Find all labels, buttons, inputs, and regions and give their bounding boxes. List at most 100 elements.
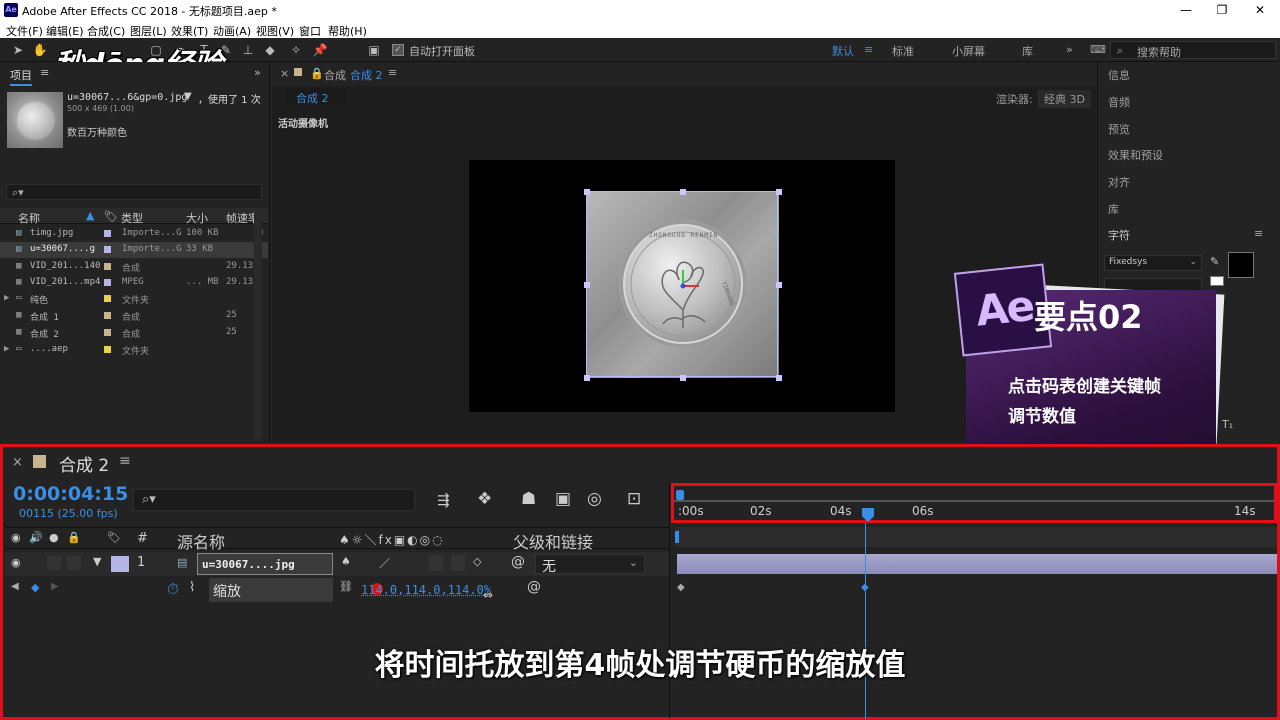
panel-info[interactable]: 信息 <box>1108 67 1130 83</box>
menu-view[interactable]: 视图(V) <box>256 23 294 39</box>
composition-canvas[interactable]: ZHONGGUO RENMIN YINHANG <box>469 160 895 412</box>
motion-blur-icon[interactable]: ◎ <box>587 489 602 509</box>
timeline-search-input[interactable]: ⌕▾ <box>133 489 415 511</box>
panel-library[interactable]: 库 <box>1108 201 1119 217</box>
timeline-comp-name[interactable]: 合成 2 <box>59 451 109 476</box>
keyframe-diamond[interactable]: ◆ <box>677 582 685 593</box>
expression-pickwhip-icon[interactable]: @ <box>527 579 541 595</box>
project-item-row[interactable]: ▦ VID_201...mp4 MPEG ... MB 29.135 <box>0 275 268 291</box>
panel-menu-icon[interactable]: ≡ <box>388 66 397 79</box>
label-swatch[interactable] <box>104 295 111 302</box>
project-item-row[interactable]: ▤ timg.jpg Importe...G 100 KB <box>0 226 268 242</box>
selection-tool-icon[interactable]: ➤ <box>10 42 26 58</box>
layer-row[interactable]: ◉ ▼ 1 ▤ u=30067....jpg ♠ ／ ◇ @ 无 ⌄ <box>5 552 669 576</box>
comp-subtab[interactable]: 合成 2 <box>286 88 346 105</box>
close-icon[interactable]: × <box>280 67 289 80</box>
switches-icons[interactable]: ♠☼＼fx▣◐◎◌ <box>339 531 445 548</box>
panel-menu-icon[interactable]: ≡ <box>119 453 131 469</box>
solo-icon[interactable]: ● <box>49 531 59 544</box>
col-source-name[interactable]: 源名称 <box>177 529 225 553</box>
transform-handle[interactable] <box>584 375 590 381</box>
snapping-icon[interactable]: ▣ <box>366 42 382 58</box>
motion-blur-switch[interactable] <box>451 555 465 571</box>
close-icon[interactable]: ✕ <box>1242 0 1278 20</box>
project-scrollbar[interactable] <box>254 208 262 438</box>
property-name-field[interactable]: 缩放 <box>209 578 333 602</box>
keyboard-icon[interactable]: ⌨ <box>1090 43 1106 56</box>
effects-switch[interactable] <box>429 555 443 571</box>
scale-value[interactable]: 114.0,114.0,114.0% <box>361 583 491 597</box>
panel-menu-icon[interactable]: ≡ <box>1254 227 1263 240</box>
label-swatch[interactable] <box>104 312 111 319</box>
panel-character[interactable]: 字符 <box>1108 227 1130 243</box>
coin-image-layer[interactable]: ZHONGGUO RENMIN YINHANG <box>584 189 782 381</box>
panel-audio[interactable]: 音频 <box>1108 94 1130 110</box>
project-item-row[interactable]: ▦ 合成 2 合成 25 <box>0 325 268 341</box>
label-swatch[interactable] <box>104 279 111 286</box>
help-search-box[interactable]: ⌕ 搜索帮助 <box>1110 41 1276 59</box>
panel-align[interactable]: 对齐 <box>1108 174 1130 190</box>
fill-color-swatch[interactable] <box>1228 252 1254 278</box>
add-keyframe-icon[interactable]: ◆ <box>31 581 39 594</box>
transform-handle[interactable] <box>584 189 590 195</box>
layer-label-swatch[interactable] <box>111 556 129 572</box>
comp-mini-flowchart-icon[interactable]: ⇶ <box>437 491 450 509</box>
current-timecode[interactable]: 0:00:04:15 <box>13 483 128 505</box>
pickwhip-icon[interactable]: @ <box>511 554 525 570</box>
shy-layers-icon[interactable]: ☗ <box>521 489 536 509</box>
viewer-tab-name[interactable]: 合成 2 <box>350 67 383 83</box>
frame-blending-icon[interactable]: ▣ <box>555 489 571 509</box>
3d-layer-switch-icon[interactable]: ◇ <box>473 555 481 568</box>
panel-effects[interactable]: 效果和预设 <box>1108 147 1163 163</box>
panel-preview[interactable]: 预览 <box>1108 121 1130 137</box>
menu-window[interactable]: 窗口 <box>299 23 321 39</box>
project-item-row[interactable]: ▶ ▭ ....aep 文件夹 <box>0 342 268 358</box>
video-switch-icon[interactable]: ◉ <box>11 531 21 544</box>
draft-3d-icon[interactable]: ❖ <box>477 489 492 509</box>
more-workspaces-icon[interactable]: » <box>1066 43 1073 56</box>
layer-name-field[interactable]: u=30067....jpg <box>197 553 333 575</box>
workspace-library[interactable]: 库 <box>1022 43 1033 59</box>
sort-asc-icon[interactable]: ▲ <box>86 209 94 222</box>
project-item-row[interactable]: ▦ VID_201...140 合成 29.135 <box>0 259 268 275</box>
menu-file[interactable]: 文件(F) <box>6 23 43 39</box>
graph-editor-icon[interactable]: ⊡ <box>627 489 641 509</box>
minimize-icon[interactable]: — <box>1168 0 1204 20</box>
subscript-icon[interactable]: T₁ <box>1222 418 1233 431</box>
project-item-row[interactable]: ▤ u=30067....g Importe...G 33 KB <box>0 242 268 258</box>
menu-layer[interactable]: 图层(L) <box>130 23 167 39</box>
label-swatch[interactable] <box>104 329 111 336</box>
panel-menu-icon[interactable]: ≡ <box>40 66 49 79</box>
transform-handle[interactable] <box>776 282 782 288</box>
audio-switch-icon[interactable]: 🔊 <box>29 531 43 544</box>
expand-arrow-icon[interactable]: ▶ <box>4 344 9 354</box>
workspace-menu-icon[interactable]: ≡ <box>864 43 873 56</box>
current-time-indicator-handle[interactable] <box>862 508 874 522</box>
quality-switch-icon[interactable]: ／ <box>379 555 390 571</box>
label-swatch[interactable] <box>104 246 111 253</box>
auto-open-checkbox[interactable]: ✓ <box>392 44 404 56</box>
workspace-small-screen[interactable]: 小屏幕 <box>952 43 985 59</box>
lock-icon[interactable]: 🔒 <box>310 67 324 80</box>
time-ruler[interactable]: :00s 02s 04s 06s 14s <box>671 483 1277 523</box>
col-size[interactable]: 大小 <box>186 210 208 226</box>
workspace-standard[interactable]: 标准 <box>892 43 914 59</box>
constrain-proportions-icon[interactable]: ⛓ <box>339 580 353 593</box>
next-keyframe-icon[interactable]: ▶ <box>51 581 59 592</box>
graph-icon[interactable]: ⌇ <box>189 580 195 595</box>
transform-handle[interactable] <box>584 282 590 288</box>
col-type[interactable]: 类型 <box>121 210 143 226</box>
col-parent-link[interactable]: 父级和链接 <box>513 529 593 553</box>
layer-duration-bar[interactable] <box>677 554 1277 574</box>
work-area-start-handle[interactable] <box>676 490 684 500</box>
label-swatch[interactable] <box>104 263 111 270</box>
project-item-row[interactable]: ▶ ▭ 纯色 文件夹 <box>0 291 268 307</box>
solo-toggle[interactable] <box>47 556 61 570</box>
renderer-value[interactable]: 经典 3D <box>1038 90 1091 108</box>
roto-brush-tool-icon[interactable]: ✧ <box>288 42 304 58</box>
lock-toggle[interactable] <box>67 556 81 570</box>
expand-panels-icon[interactable]: » <box>254 66 261 79</box>
parent-select[interactable]: 无 ⌄ <box>535 554 645 575</box>
transform-handle[interactable] <box>776 375 782 381</box>
workspace-default[interactable]: 默认 <box>832 43 854 59</box>
